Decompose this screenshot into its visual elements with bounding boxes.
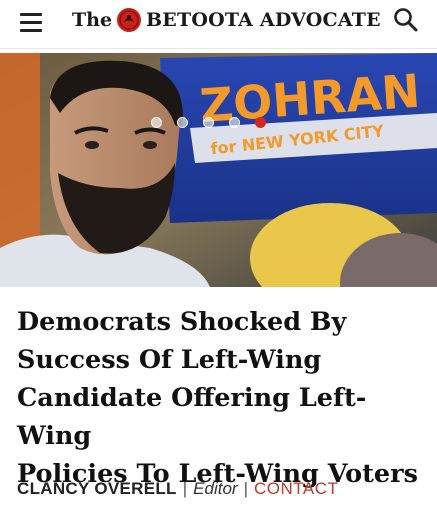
carousel-dot[interactable] [203,117,214,128]
headline-line: Democrats Shocked By [17,307,347,337]
carousel-dot[interactable] [151,117,162,128]
hero-photo: ZOHRAN for NEW YORK CITY [0,53,437,287]
carousel-dot[interactable] [177,117,188,128]
byline: CLANCY OVERELL | Editor | CONTACT [17,479,338,499]
contact-link[interactable]: CONTACT [254,479,338,498]
site-header: The BETOOTA ADVOCATE [0,0,437,49]
site-logo[interactable]: The BETOOTA ADVOCATE [72,6,381,34]
hamburger-menu-icon[interactable] [18,10,46,36]
carousel-dot-active[interactable] [255,117,266,128]
author-name[interactable]: CLANCY OVERELL [17,479,177,498]
search-icon[interactable] [392,6,420,34]
carousel-dot[interactable] [229,117,240,128]
logo-name: BETOOTA ADVOCATE [146,9,381,31]
byline-separator: | [182,479,188,498]
headline-line: Success Of Left-Wing [17,345,322,375]
headline-line: Candidate Offering Left-Wing [17,383,367,451]
author-role: Editor [193,479,238,498]
carousel-dots [151,117,266,128]
byline-separator: | [243,479,248,498]
article-headline[interactable]: Democrats Shocked By Success Of Left-Win… [17,303,427,493]
logo-prefix: The [72,9,113,31]
hero-image[interactable]: ZOHRAN for NEW YORK CITY [0,53,437,287]
logo-seal-icon [117,8,142,32]
